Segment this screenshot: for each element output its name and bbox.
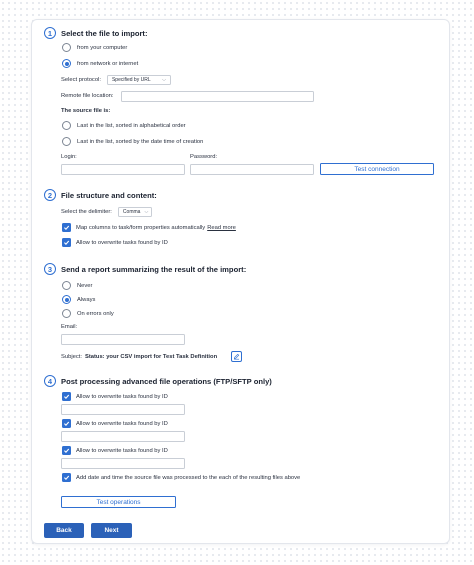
section-title: Select the file to import:: [61, 28, 148, 38]
checkbox-checked-icon[interactable]: [62, 392, 71, 401]
delimiter-row: Select the delimiter: Comma ⌵: [61, 207, 152, 217]
section-select-file: 1 Select the file to import:: [44, 26, 437, 40]
radio-button[interactable]: [62, 43, 71, 52]
chevron-down-icon: ⌵: [162, 77, 166, 83]
radio-from-network[interactable]: from network or internet: [62, 59, 138, 68]
section-title: Send a report summarizing the result of …: [61, 264, 247, 274]
section-title: File structure and content:: [61, 190, 157, 200]
checkbox-checked-icon[interactable]: [62, 223, 71, 232]
radio-button[interactable]: [62, 281, 71, 290]
edit-subject-button[interactable]: [231, 351, 243, 362]
checkbox-checked-icon[interactable]: [62, 419, 71, 428]
remote-location-input[interactable]: [121, 91, 314, 102]
radio-from-computer[interactable]: from your computer: [62, 43, 127, 52]
delimiter-select[interactable]: Comma ⌵: [117, 207, 152, 217]
radio-report-never[interactable]: Never: [62, 281, 92, 290]
radio-button-selected[interactable]: [62, 59, 71, 68]
checkbox-map-columns[interactable]: Map columns to task/form properties auto…: [62, 223, 236, 232]
remote-location-label: Remote file location:: [61, 93, 114, 99]
login-label: Login:: [61, 154, 77, 160]
test-connection-button[interactable]: Test connection: [320, 163, 434, 175]
post-operation-input-3[interactable]: [61, 458, 185, 469]
post-operation-input-1[interactable]: [61, 404, 185, 415]
protocol-row: Select protocol: Specified by URL ⌵: [61, 75, 171, 85]
email-input[interactable]: [61, 334, 185, 345]
checkbox-post-overwrite-1[interactable]: Allow to overwrite tasks found by ID: [62, 392, 168, 401]
chevron-down-icon: ⌵: [144, 209, 149, 215]
radio-button[interactable]: [62, 121, 71, 130]
step-number-1: 1: [44, 27, 56, 39]
post-operation-input-2[interactable]: [61, 431, 185, 442]
checkbox-checked-icon[interactable]: [62, 473, 71, 482]
checkbox-checked-icon[interactable]: [62, 446, 71, 455]
checkbox-checked-icon[interactable]: [62, 238, 71, 247]
subject-value: Status: your CSV import for Test Task De…: [84, 353, 218, 360]
test-operations-button[interactable]: Test operations: [61, 496, 176, 508]
step-number-4: 4: [44, 375, 56, 387]
section-file-structure: 2 File structure and content:: [44, 188, 437, 202]
checkbox-add-date-time[interactable]: Add date and time the source file was pr…: [62, 473, 300, 482]
section-send-report: 3 Send a report summarizing the result o…: [44, 262, 437, 276]
delimiter-label: Select the delimiter:: [61, 209, 112, 215]
back-button[interactable]: Back: [44, 523, 84, 538]
section-post-processing: 4 Post processing advanced file operatio…: [44, 374, 437, 388]
import-wizard-card: 1 Select the file to import: from your c…: [31, 19, 450, 544]
radio-source-date[interactable]: Last in the list, sorted by the date tim…: [62, 137, 203, 146]
checkbox-post-overwrite-3[interactable]: Allow to overwrite tasks found by ID: [62, 446, 168, 455]
step-number-2: 2: [44, 189, 56, 201]
source-file-label: The source file is:: [61, 108, 111, 114]
protocol-label: Select protocol:: [61, 77, 101, 83]
password-label: Password:: [190, 154, 218, 160]
radio-button-selected[interactable]: [62, 295, 71, 304]
section-title: Post processing advanced file operations…: [61, 376, 272, 386]
read-more-link[interactable]: Read more: [207, 225, 236, 231]
subject-row: Subject: Status: your CSV import for Tes…: [61, 351, 243, 362]
next-button[interactable]: Next: [91, 523, 132, 538]
checkbox-post-overwrite-2[interactable]: Allow to overwrite tasks found by ID: [62, 419, 168, 428]
email-label: Email:: [61, 324, 78, 330]
step-number-3: 3: [44, 263, 56, 275]
pencil-icon: [234, 353, 240, 360]
password-input[interactable]: [190, 164, 314, 175]
checkbox-overwrite-tasks[interactable]: Allow to overwrite tasks found by ID: [62, 238, 168, 247]
radio-report-on-errors[interactable]: On errors only: [62, 309, 114, 318]
radio-button[interactable]: [62, 137, 71, 146]
radio-button[interactable]: [62, 309, 71, 318]
radio-report-always[interactable]: Always: [62, 295, 95, 304]
login-input[interactable]: [61, 164, 185, 175]
radio-source-alphabetical[interactable]: Last in the list, sorted in alphabetical…: [62, 121, 186, 130]
protocol-select[interactable]: Specified by URL ⌵: [106, 75, 171, 85]
